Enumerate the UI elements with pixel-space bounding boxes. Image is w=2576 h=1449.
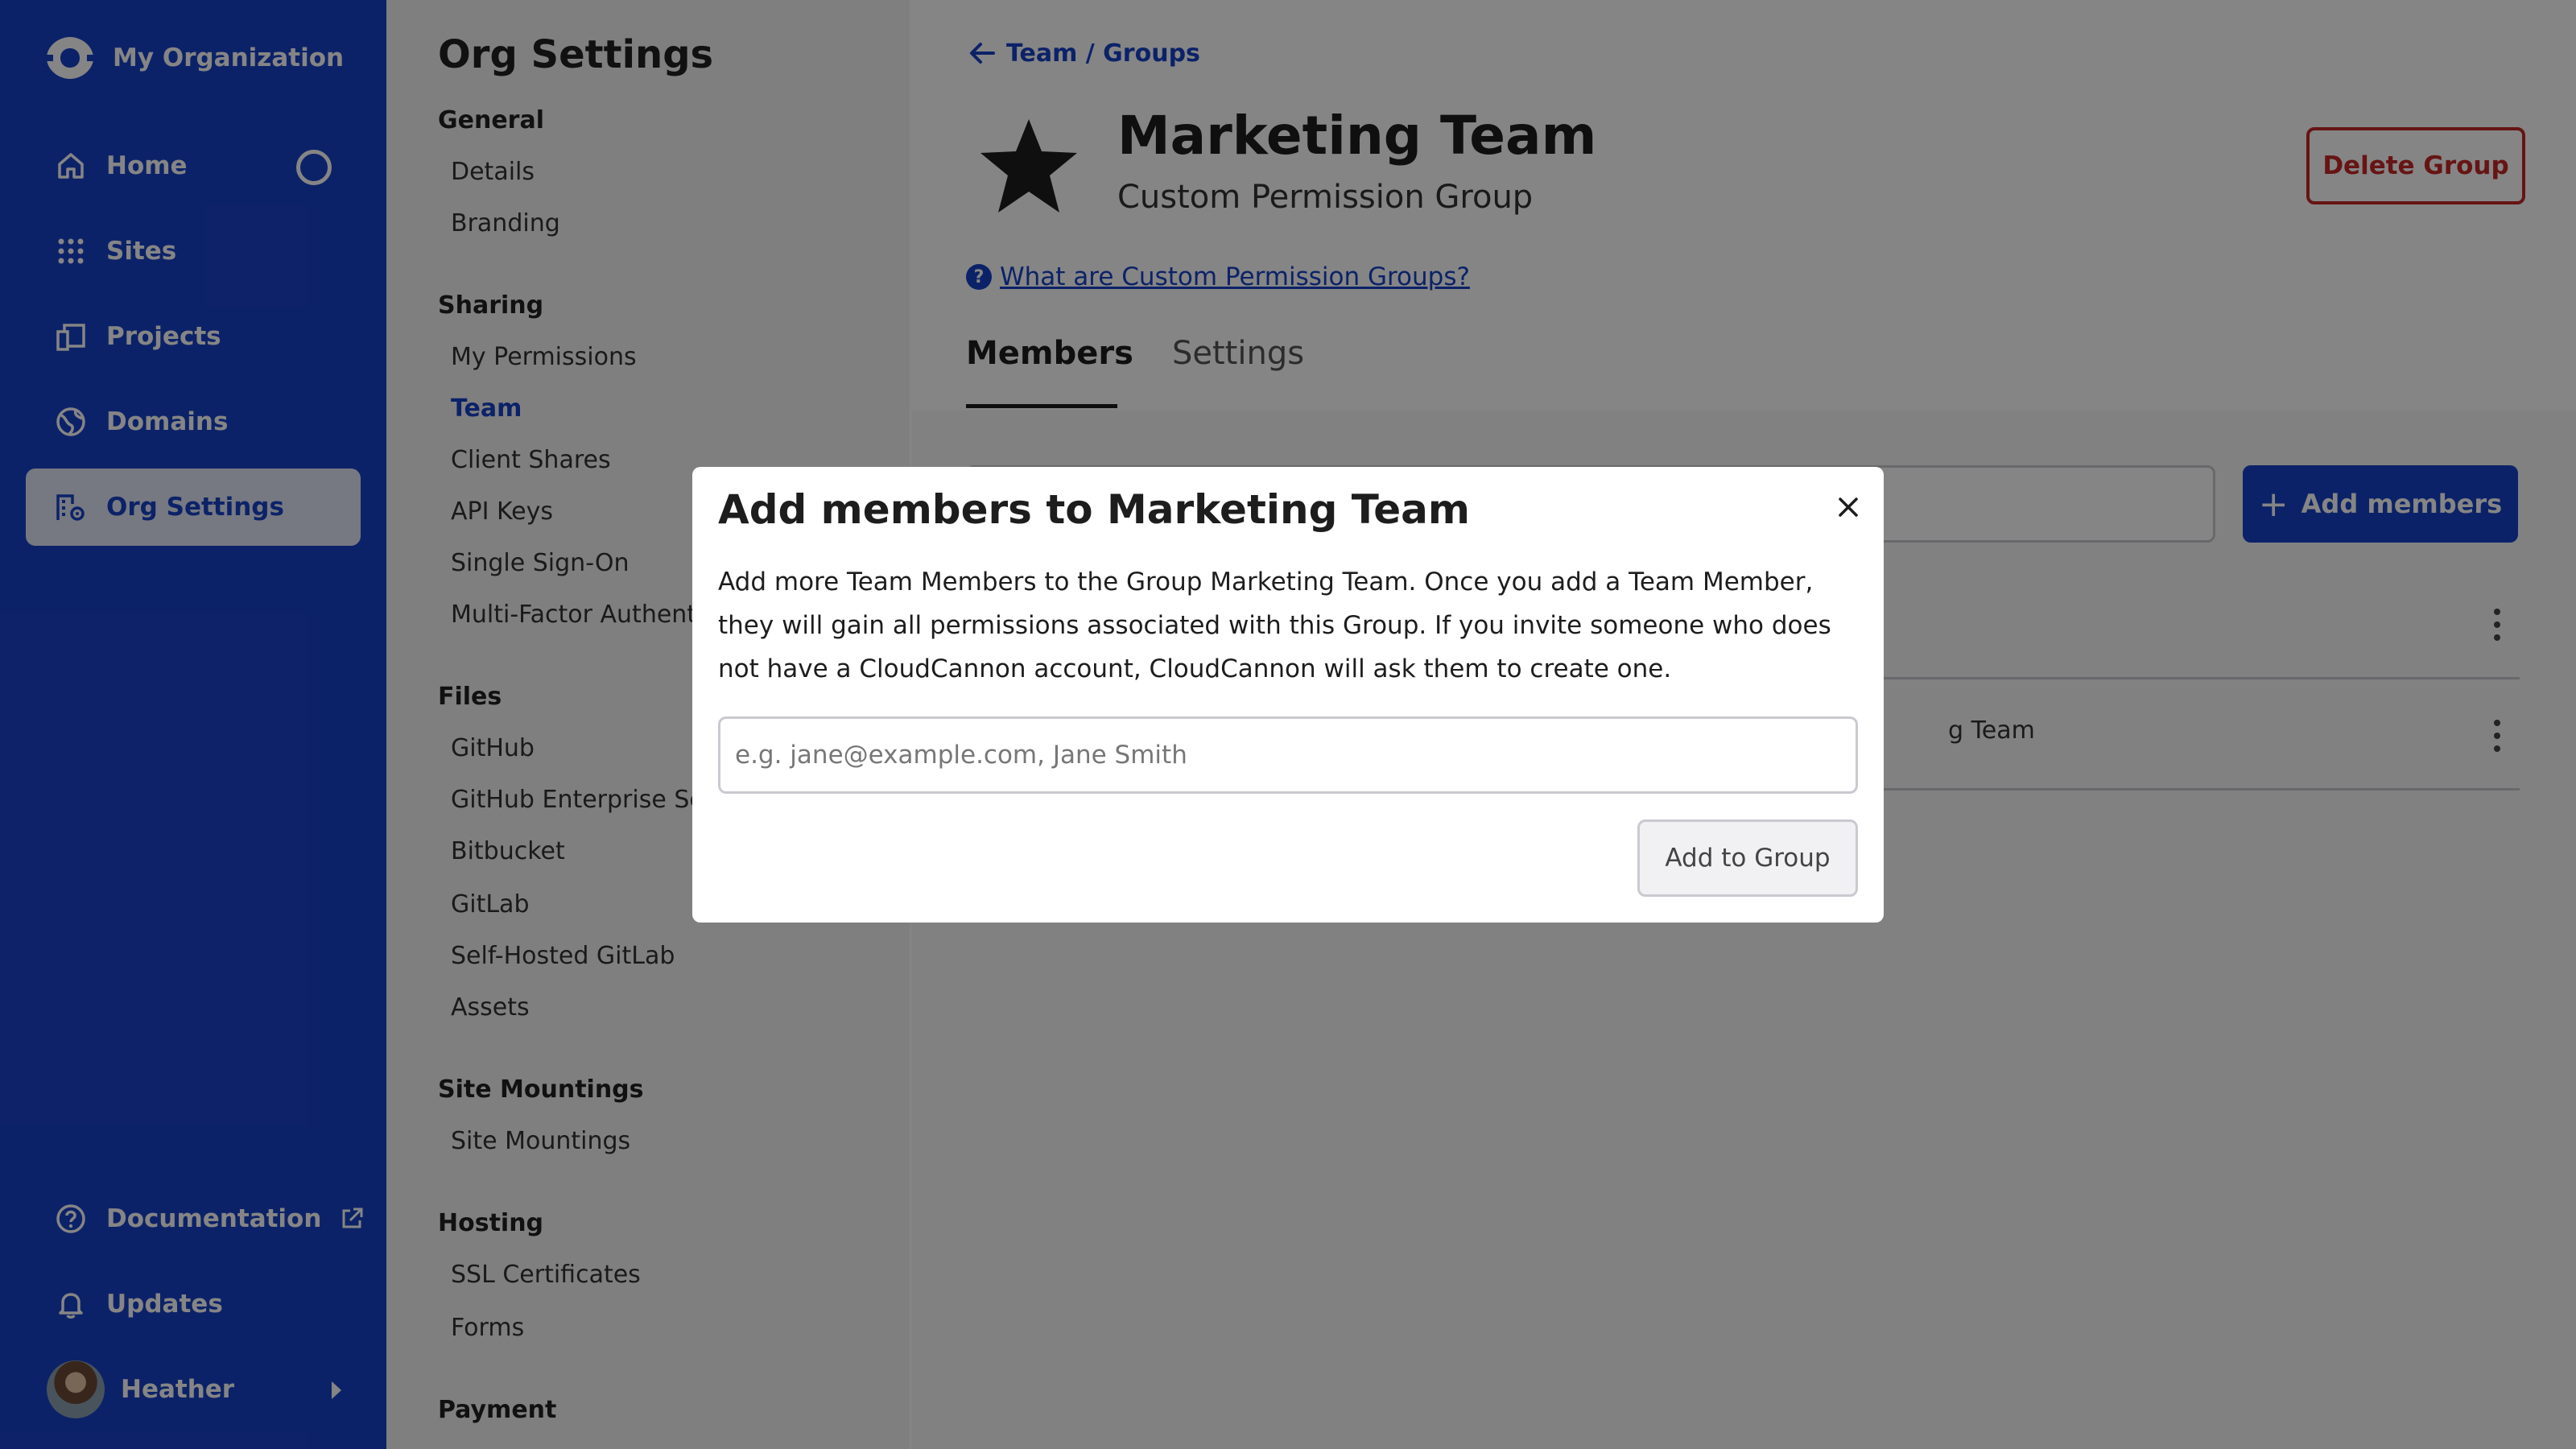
modal-title: Add members to Marketing Team: [718, 486, 1471, 533]
modal-description: Add more Team Members to the Group Marke…: [718, 568, 1831, 683]
add-to-group-button[interactable]: Add to Group: [1637, 819, 1858, 897]
add-members-modal: Add members to Marketing Team Add more T…: [692, 467, 1884, 923]
member-invite-input[interactable]: [718, 716, 1858, 794]
close-icon[interactable]: [1832, 491, 1864, 523]
